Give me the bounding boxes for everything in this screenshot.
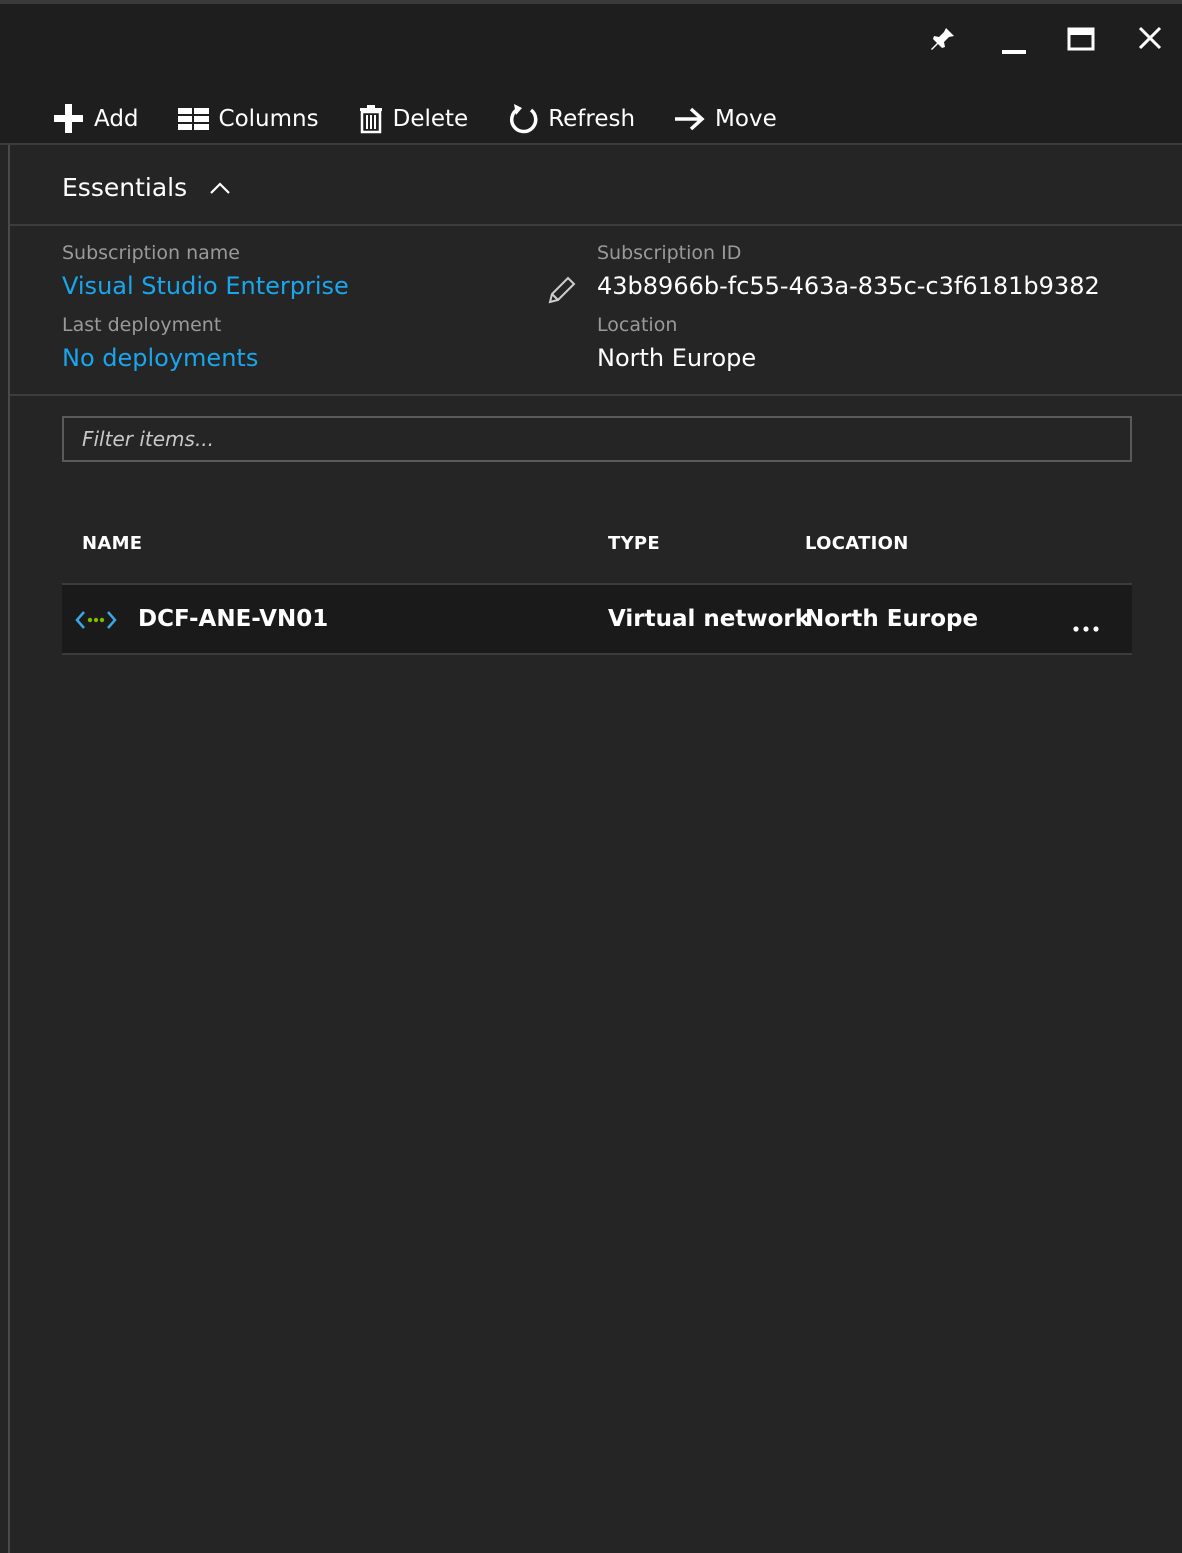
refresh-label: Refresh: [548, 106, 636, 132]
virtual-network-icon: [74, 607, 118, 637]
subscription-name-label: Subscription name: [62, 242, 240, 264]
location-label: Location: [597, 314, 678, 336]
location-value: North Europe: [597, 344, 757, 372]
arrow-right-icon: [673, 104, 707, 134]
move-label: Move: [715, 106, 777, 132]
table-row[interactable]: DCF-ANE-VN01 Virtual network North Europ…: [62, 583, 1132, 655]
column-header-location[interactable]: LOCATION: [805, 533, 909, 554]
last-deployment-link[interactable]: No deployments: [62, 344, 258, 372]
last-deployment-label: Last deployment: [62, 314, 222, 336]
plus-icon: [52, 102, 86, 136]
columns-icon: [177, 106, 211, 132]
command-bar: Add Columns Delete Refresh Move: [52, 96, 815, 142]
add-button[interactable]: Add: [52, 99, 139, 139]
subscription-id-label: Subscription ID: [597, 242, 742, 264]
move-button[interactable]: Move: [673, 99, 777, 139]
maximize-icon[interactable]: [1060, 22, 1100, 58]
trash-icon: [357, 104, 385, 134]
column-header-name[interactable]: NAME: [82, 533, 142, 554]
more-options-icon[interactable]: [1066, 605, 1106, 635]
subscription-name-link[interactable]: Visual Studio Enterprise: [62, 272, 349, 300]
blade-header: Add Columns Delete Refresh Move: [0, 4, 1182, 145]
columns-button[interactable]: Columns: [177, 99, 319, 139]
column-header-type[interactable]: TYPE: [608, 533, 660, 554]
close-icon[interactable]: [1130, 22, 1170, 58]
add-label: Add: [94, 106, 139, 132]
edit-pencil-icon[interactable]: [546, 274, 578, 310]
pin-icon[interactable]: [922, 22, 962, 58]
row-name: DCF-ANE-VN01: [138, 606, 329, 632]
subscription-id-value: 43b8966b-fc55-463a-835c-c3f6181b9382: [597, 272, 1100, 300]
minimize-icon[interactable]: [994, 22, 1034, 58]
essentials-panel: Subscription name Visual Studio Enterpri…: [10, 226, 1182, 396]
chevron-up-icon: [209, 180, 231, 196]
resource-group-blade: Add Columns Delete Refresh Move Essentia…: [0, 0, 1182, 1553]
refresh-button[interactable]: Refresh: [506, 99, 635, 139]
delete-label: Delete: [392, 106, 469, 132]
row-type: Virtual network: [608, 606, 811, 632]
essentials-header: Essentials: [10, 147, 1182, 226]
row-location: North Europe: [805, 606, 979, 632]
filter-input[interactable]: [62, 416, 1132, 462]
essentials-title: Essentials: [62, 173, 188, 202]
refresh-icon: [506, 102, 540, 136]
columns-label: Columns: [218, 106, 319, 132]
delete-button[interactable]: Delete: [357, 99, 469, 139]
essentials-toggle[interactable]: Essentials: [62, 173, 231, 202]
